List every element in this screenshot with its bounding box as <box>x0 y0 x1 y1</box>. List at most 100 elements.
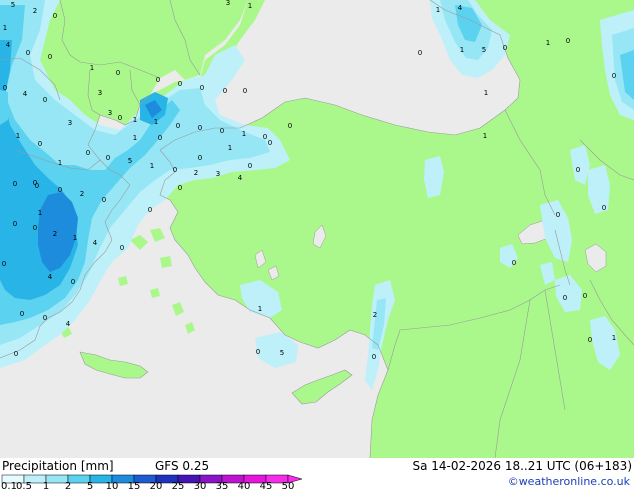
map-value-label: 0 <box>268 139 272 147</box>
map-value-label: 2 <box>53 230 57 238</box>
map-value-label: 0 <box>566 37 570 45</box>
map-value-label: 0 <box>43 314 47 322</box>
map-value-label: 0 <box>33 224 37 232</box>
map-value-label: 1 <box>258 305 262 313</box>
map-value-label: 0 <box>288 122 292 130</box>
map-value-label: 0 <box>198 124 202 132</box>
map-value-label: 1 <box>16 132 20 140</box>
map-value-label: 0 <box>53 12 57 20</box>
map-value-label: 4 <box>66 320 71 328</box>
map-value-label: 0 <box>116 69 120 77</box>
map-value-label: 0 <box>602 204 606 212</box>
map-value-label: 4 <box>93 239 98 247</box>
map-value-label: 0 <box>13 180 17 188</box>
precipitation-map: 5201311440010000000150100040311000101000… <box>0 0 634 458</box>
map-value-label: 3 <box>68 119 72 127</box>
model-name: GFS 0.25 <box>155 459 210 473</box>
map-value-label: 0 <box>38 140 42 148</box>
map-value-label: 1 <box>73 234 77 242</box>
legend-tick-label: 50 <box>281 481 295 492</box>
map-value-label: 1 <box>90 64 94 72</box>
map-value-label: 0 <box>503 44 507 52</box>
map-value-label: 1 <box>546 39 550 47</box>
map-value-label: 1 <box>3 24 7 32</box>
map-value-label: 0 <box>71 278 75 286</box>
map-value-label: 0 <box>612 72 616 80</box>
map-value-label: 5 <box>11 1 15 9</box>
map-value-label: 0 <box>556 211 560 219</box>
map-value-label: 4 <box>6 41 11 49</box>
legend-tick-label: 45 <box>259 481 273 492</box>
legend-tick-label: 15 <box>127 481 141 492</box>
map-value-label: 1 <box>460 46 464 54</box>
map-value-label: 0 <box>102 196 106 204</box>
map-value-label: 0 <box>248 162 252 170</box>
map-value-label: 0 <box>372 353 376 361</box>
map-value-label: 1 <box>248 2 252 10</box>
map-value-label: 1 <box>58 159 62 167</box>
map-value-label: 5 <box>128 157 132 165</box>
map-value-label: 0 <box>220 127 224 135</box>
map-value-label: 0 <box>158 134 162 142</box>
map-value-label: 0 <box>200 84 204 92</box>
legend-tick-label: 25 <box>171 481 185 492</box>
map-value-label: 4 <box>23 90 28 98</box>
map-value-label: 0 <box>576 166 580 174</box>
map-value-label: 0 <box>512 259 516 267</box>
map-value-label: 2 <box>33 7 37 15</box>
map-value-label: 0 <box>48 53 52 61</box>
map-value-label: 5 <box>280 349 284 357</box>
map-value-label: 0 <box>20 310 24 318</box>
legend-tick-labels: 0.1 0.5 1 2 5 10 15 20 25 30 35 40 45 50 <box>0 482 340 492</box>
map-value-label: 0 <box>563 294 567 302</box>
map-value-label: 0 <box>198 154 202 162</box>
map-value-label: 1 <box>483 132 487 140</box>
map-value-label: 1 <box>436 6 440 14</box>
map-value-label: 2 <box>373 311 377 319</box>
legend-tick-label: 10 <box>105 481 119 492</box>
legend-tick-label: 5 <box>86 481 94 492</box>
footer-bar: Precipitation [mm] GFS 0.25 Sa 14-02-202… <box>0 458 634 492</box>
map-value-label: 1 <box>38 209 42 217</box>
legend-tick-label: 35 <box>215 481 229 492</box>
legend-tick-label: 0.1 <box>1 481 17 492</box>
map-value-label: 0 <box>176 122 180 130</box>
map-value-label: 0 <box>2 260 6 268</box>
map-value-label: 0 <box>14 350 18 358</box>
legend-tick-label: 30 <box>193 481 207 492</box>
map-value-label: 0 <box>33 179 37 187</box>
map-value-label: 0 <box>418 49 422 57</box>
map-value-label: 0 <box>588 336 592 344</box>
map-value-label: 4 <box>238 174 243 182</box>
map-value-label: 0 <box>13 220 17 228</box>
map-value-label: 0 <box>58 186 62 194</box>
map-value-label: 5 <box>482 46 486 54</box>
map-value-label: 0 <box>243 87 247 95</box>
map-value-label: 0 <box>178 80 182 88</box>
forecast-datetime: Sa 14-02-2026 18..21 UTC (06+183) <box>412 459 632 473</box>
map-title: Precipitation [mm] <box>2 459 114 473</box>
legend-tick-label: 20 <box>149 481 163 492</box>
map-value-label: 0 <box>106 154 110 162</box>
map-value-label: 1 <box>612 334 616 342</box>
legend-tick-label: 2 <box>64 481 72 492</box>
map-value-label: 0 <box>223 87 227 95</box>
map-value-label: 0 <box>263 133 267 141</box>
legend-tick-label: 0.5 <box>16 481 32 492</box>
map-value-label: 0 <box>3 84 7 92</box>
map-canvas: 52013 1 1 4400100 0 0 0 00 1 5 01 0004031 1 0 0 0 1 01000… <box>0 0 634 458</box>
map-value-label: 0 <box>173 166 177 174</box>
credit-link[interactable]: ©weatheronline.co.uk <box>508 475 630 489</box>
map-value-label: 1 <box>242 130 246 138</box>
map-value-label: 1 <box>484 89 488 97</box>
map-value-label: 1 <box>133 116 137 124</box>
map-value-label: 2 <box>194 169 198 177</box>
map-value-label: 0 <box>118 114 122 122</box>
map-value-label: 0 <box>86 149 90 157</box>
map-value-label: 4 <box>458 4 463 12</box>
map-value-label: 0 <box>148 206 152 214</box>
legend-tick-label: 40 <box>237 481 251 492</box>
legend-tick-label: 1 <box>42 481 50 492</box>
map-value-label: 4 <box>48 273 53 281</box>
map-value-label: 3 <box>216 170 220 178</box>
